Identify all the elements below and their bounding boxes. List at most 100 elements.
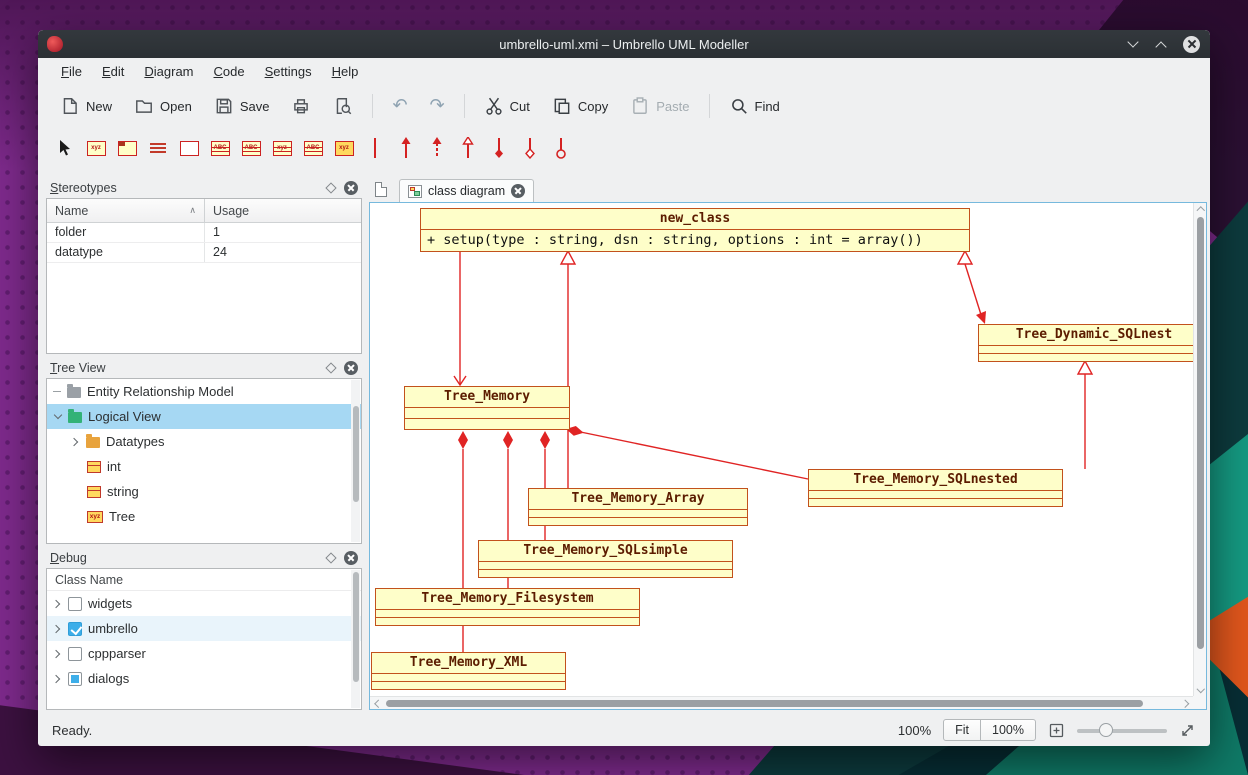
dependency-tool-button[interactable] (426, 136, 448, 160)
tree-item-datatypes[interactable]: Datatypes (47, 429, 361, 454)
zoom-slider[interactable] (1077, 722, 1167, 738)
menu-file[interactable]: File (52, 61, 91, 82)
containment-tool-button[interactable] (550, 136, 572, 160)
expand-resize-icon[interactable] (1179, 722, 1196, 739)
copy-button[interactable]: Copy (544, 90, 616, 122)
composition-tool-button[interactable] (488, 136, 510, 160)
class-box-tree-memory-sqlsimple[interactable]: Tree_Memory_SQLsimple (478, 540, 733, 578)
maximize-icon[interactable] (1155, 40, 1167, 48)
package-tool-button[interactable] (116, 136, 138, 160)
fit-button[interactable]: Fit (943, 719, 981, 741)
menu-settings[interactable]: Settings (256, 61, 321, 82)
debug-item-umbrello[interactable]: umbrello (47, 616, 361, 641)
menu-diagram[interactable]: Diagram (135, 61, 202, 82)
checkbox-unchecked[interactable] (68, 597, 82, 611)
stereotype-row[interactable]: datatype 24 (47, 243, 361, 263)
directed-association-tool-button[interactable] (395, 136, 417, 160)
close-dock-icon[interactable] (344, 181, 358, 195)
tree-item-entity-relationship-model[interactable]: Entity Relationship Model (47, 379, 361, 404)
class-box-tree-dynamic-sqlnest[interactable]: Tree_Dynamic_SQLnest (978, 324, 1207, 362)
scrollbar-thumb[interactable] (353, 406, 359, 502)
scroll-up-icon[interactable] (1197, 206, 1204, 213)
float-dock-icon[interactable] (325, 182, 336, 193)
scrollbar-thumb[interactable] (386, 700, 1143, 707)
print-preview-button[interactable] (325, 90, 361, 122)
class-tool-button[interactable]: ABC (209, 136, 231, 160)
titlebar[interactable]: umbrello-uml.xmi – Umbrello UML Modeller (38, 30, 1210, 58)
select-tool-button[interactable] (54, 136, 76, 160)
chevron-right-icon[interactable] (71, 437, 80, 446)
interface-tool-button[interactable]: ABC (240, 136, 262, 160)
zoom-fit-page-icon[interactable] (1048, 722, 1065, 739)
checkbox-checked[interactable] (68, 622, 82, 636)
cut-button[interactable]: Cut (476, 90, 538, 122)
canvas-vertical-scrollbar[interactable] (1193, 203, 1206, 696)
float-dock-icon[interactable] (325, 552, 336, 563)
chevron-right-icon[interactable] (53, 624, 62, 633)
close-dock-icon[interactable] (344, 361, 358, 375)
class-box-tree-memory-array[interactable]: Tree_Memory_Array (528, 488, 748, 526)
tree-item-tree[interactable]: xyz Tree (47, 504, 361, 529)
enum-tool-button[interactable]: ABC (302, 136, 324, 160)
close-icon[interactable] (1183, 36, 1200, 53)
new-tab-button[interactable] (373, 182, 391, 200)
generalization-tool-button[interactable] (457, 136, 479, 160)
zoom-100-button[interactable]: 100% (980, 719, 1036, 741)
datatype-tool-button[interactable]: xyz (271, 136, 293, 160)
print-button[interactable] (283, 90, 319, 122)
stereotype-row[interactable]: folder 1 (47, 223, 361, 243)
minimize-icon[interactable] (1127, 40, 1139, 48)
debug-dock-header[interactable]: Debug (46, 548, 362, 568)
find-button[interactable]: Find (721, 90, 788, 122)
checkbox-unchecked[interactable] (68, 647, 82, 661)
class-box-tree-memory-xml[interactable]: Tree_Memory_XML (371, 652, 566, 690)
menu-edit[interactable]: Edit (93, 61, 133, 82)
debug-item-dialogs[interactable]: dialogs (47, 666, 361, 691)
debug-scrollbar[interactable] (351, 570, 360, 708)
column-header-name[interactable]: Name∧ (47, 199, 205, 222)
column-header-usage[interactable]: Usage (205, 199, 361, 222)
new-button[interactable]: New (52, 90, 120, 122)
class-box-tree-memory-filesystem[interactable]: Tree_Memory_Filesystem (375, 588, 640, 626)
object-tool-button[interactable]: xyz (85, 136, 107, 160)
scroll-left-icon[interactable] (374, 700, 381, 707)
debug-item-widgets[interactable]: widgets (47, 591, 361, 616)
checkbox-partial[interactable] (68, 672, 82, 686)
box-tool-button[interactable] (178, 136, 200, 160)
scroll-right-icon[interactable] (1182, 700, 1189, 707)
chevron-right-icon[interactable] (53, 649, 62, 658)
aggregation-tool-button[interactable] (519, 136, 541, 160)
menu-code[interactable]: Code (205, 61, 254, 82)
class-box-tree-memory-sqlnested[interactable]: Tree_Memory_SQLnested (808, 469, 1063, 507)
scrollbar-thumb[interactable] (1197, 217, 1204, 649)
canvas-horizontal-scrollbar[interactable] (370, 696, 1193, 709)
slider-track[interactable] (1077, 729, 1167, 733)
class-box-tree-memory[interactable]: Tree_Memory (404, 386, 570, 430)
scrollbar-thumb[interactable] (353, 572, 359, 682)
association-tool-button[interactable] (364, 136, 386, 160)
slider-knob[interactable] (1099, 723, 1113, 737)
tree-item-string[interactable]: string (47, 479, 361, 504)
tree-item-int[interactable]: int (47, 454, 361, 479)
chevron-right-icon[interactable] (53, 674, 62, 683)
class-box-new-class[interactable]: new_class + setup(type : string, dsn : s… (420, 208, 970, 252)
menu-help[interactable]: Help (323, 61, 368, 82)
tree-view-dock-header[interactable]: Tree View (46, 358, 362, 378)
chevron-right-icon[interactable] (53, 599, 62, 608)
diagram-view[interactable]: new_class + setup(type : string, dsn : s… (369, 202, 1207, 710)
entity-tool-button[interactable]: xyz (333, 136, 355, 160)
debug-item-cppparser[interactable]: cppparser (47, 641, 361, 666)
scroll-down-icon[interactable] (1197, 686, 1204, 693)
chevron-down-icon[interactable] (53, 412, 62, 421)
open-button[interactable]: Open (126, 90, 200, 122)
redo-button[interactable]: ↷ (422, 90, 453, 122)
close-tab-icon[interactable] (511, 184, 525, 198)
stereotypes-dock-header[interactable]: Stereotypes (46, 178, 362, 198)
close-dock-icon[interactable] (344, 551, 358, 565)
save-button[interactable]: Save (206, 90, 278, 122)
float-dock-icon[interactable] (325, 362, 336, 373)
tree-view-scrollbar[interactable] (351, 380, 360, 542)
paste-button[interactable]: Paste (622, 90, 697, 122)
note-tool-button[interactable] (147, 136, 169, 160)
tab-class-diagram[interactable]: class diagram (399, 179, 534, 202)
